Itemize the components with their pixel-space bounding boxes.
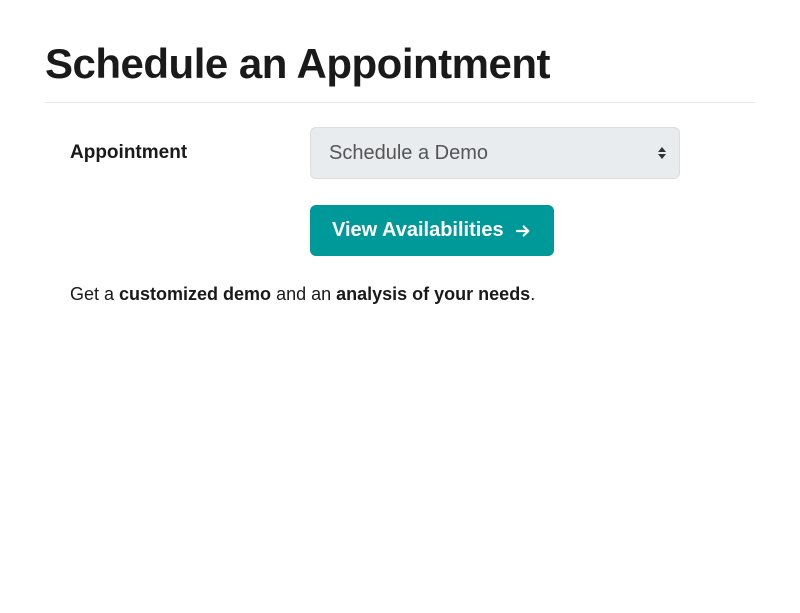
description-prefix: Get a: [70, 284, 119, 304]
button-row: View Availabilities: [45, 205, 755, 256]
view-availabilities-button[interactable]: View Availabilities: [310, 205, 554, 256]
description-bold2: analysis of your needs: [336, 284, 530, 304]
description-middle: and an: [271, 284, 336, 304]
appointment-label: Appointment: [70, 142, 310, 164]
description-text: Get a customized demo and an analysis of…: [45, 284, 755, 305]
appointment-select-wrapper: Schedule a Demo: [310, 127, 680, 179]
description-bold1: customized demo: [119, 284, 271, 304]
appointment-select[interactable]: Schedule a Demo: [310, 127, 680, 179]
description-suffix: .: [530, 284, 535, 304]
page-title: Schedule an Appointment: [45, 40, 755, 103]
appointment-row: Appointment Schedule a Demo: [45, 127, 755, 179]
arrow-right-icon: [514, 222, 532, 240]
view-availabilities-label: View Availabilities: [332, 219, 504, 242]
